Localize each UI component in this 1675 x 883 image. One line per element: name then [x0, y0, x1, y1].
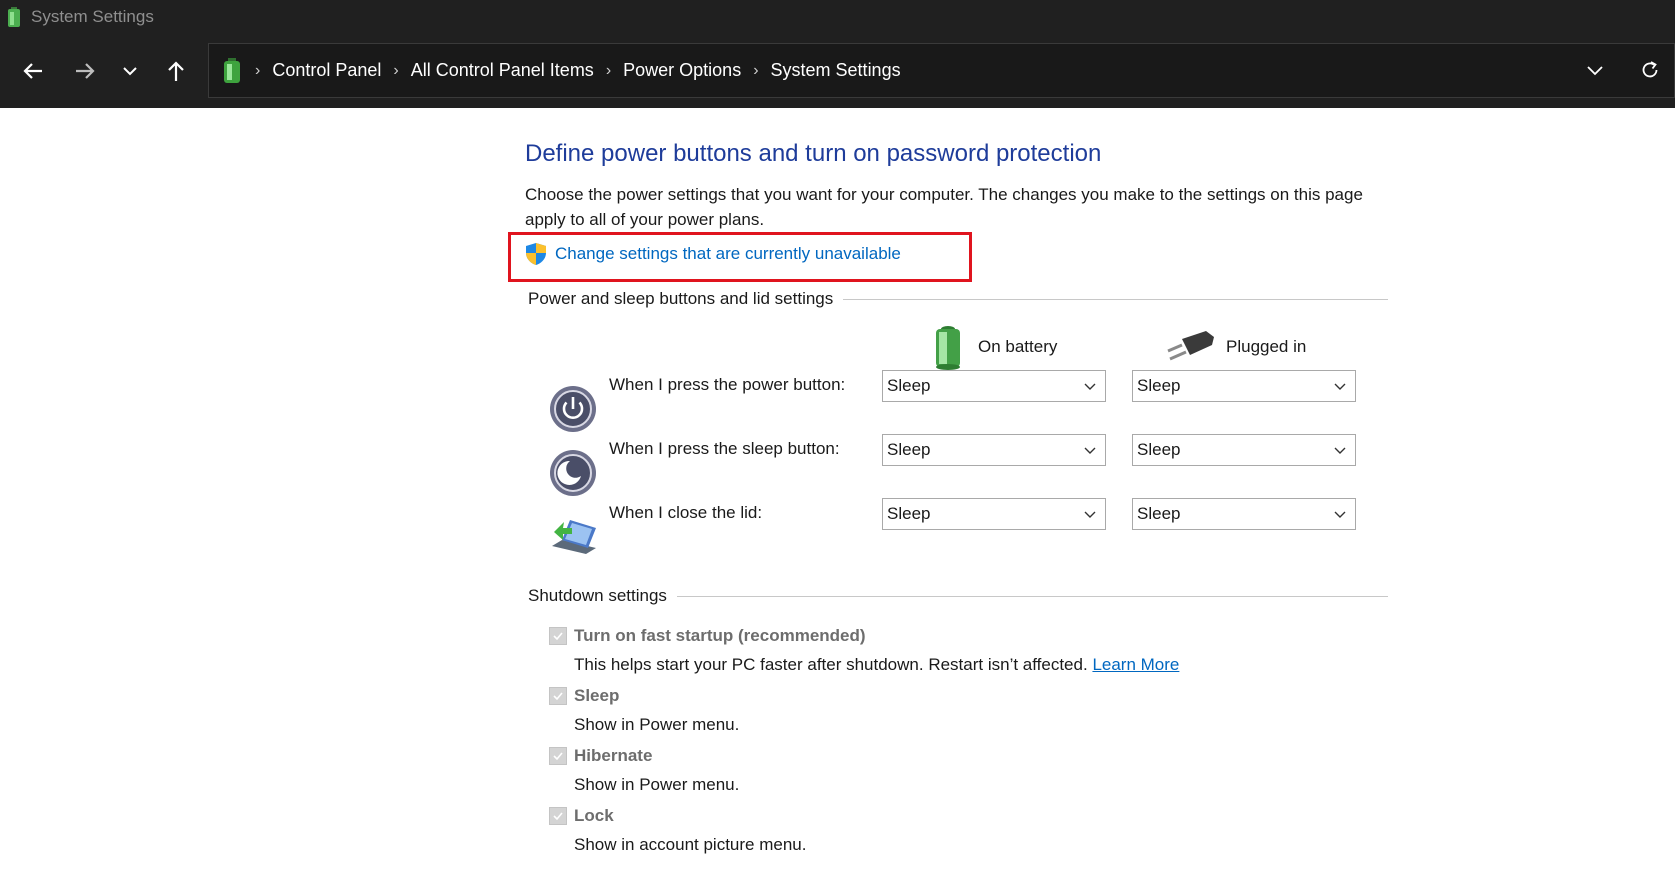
- sleep-button-icon: [550, 450, 596, 496]
- uac-shield-icon: [526, 243, 546, 265]
- learn-more-link[interactable]: Learn More: [1092, 655, 1179, 674]
- breadcrumb-separator: ›: [605, 61, 612, 79]
- shutdown-group-label: Shutdown settings: [528, 586, 677, 606]
- on-battery-label: On battery: [978, 337, 1058, 356]
- on-battery-header: On battery: [930, 323, 1057, 371]
- chevron-down-icon: [1334, 447, 1346, 454]
- checkmark-icon: [553, 752, 563, 761]
- hibernate-option: Hibernate: [549, 746, 652, 766]
- sleep-description: Show in Power menu.: [574, 715, 740, 734]
- battery-icon: [936, 326, 960, 370]
- fast-startup-checkbox[interactable]: [549, 627, 567, 645]
- recent-locations-button[interactable]: [113, 54, 147, 88]
- hibernate-checkbox[interactable]: [549, 747, 567, 765]
- checkmark-icon: [553, 812, 563, 821]
- sleep-checkbox[interactable]: [549, 687, 567, 705]
- breadcrumb-separator: ›: [753, 61, 759, 79]
- hibernate-label: Hibernate: [574, 746, 653, 765]
- refresh-button[interactable]: [1634, 54, 1666, 86]
- back-button[interactable]: [16, 54, 50, 88]
- arrow-up-icon: [168, 61, 184, 81]
- battery-app-icon: [8, 7, 20, 27]
- plugged-in-header: Plugged in: [1166, 329, 1306, 365]
- breadcrumb-separator: ›: [255, 61, 261, 79]
- plugged-in-label: Plugged in: [1226, 337, 1307, 356]
- page-description: Choose the power settings that you want …: [525, 185, 1363, 229]
- chevron-down-icon: [1084, 383, 1096, 390]
- change-settings-link[interactable]: Change settings that are currently unava…: [525, 242, 901, 266]
- power-options-icon: [224, 57, 240, 83]
- select-value: Sleep: [887, 376, 931, 395]
- title-bar: System Settings: [0, 0, 1675, 34]
- laptop-lid-icon: [552, 520, 596, 554]
- change-settings-link-label[interactable]: Change settings that are currently unava…: [555, 244, 901, 264]
- fast-startup-description: This helps start your PC faster after sh…: [574, 655, 1179, 675]
- lock-description: Show in account picture menu.: [574, 835, 807, 854]
- power-button-label: When I press the power button:: [609, 375, 846, 394]
- power-button-battery-select[interactable]: Sleep: [882, 370, 1106, 402]
- fast-startup-label: Turn on fast startup (recommended): [574, 626, 866, 645]
- lock-label: Lock: [574, 806, 614, 825]
- chevron-down-icon: [1334, 383, 1346, 390]
- chevron-down-icon: [1084, 447, 1096, 454]
- chevron-down-icon: [1084, 511, 1096, 518]
- breadcrumb-system-settings[interactable]: System Settings: [771, 60, 901, 81]
- up-button[interactable]: [159, 54, 193, 88]
- power-group-label: Power and sleep buttons and lid settings: [528, 289, 844, 309]
- main-content: Define power buttons and turn on passwor…: [0, 108, 1675, 883]
- close-lid-label: When I close the lid:: [609, 503, 763, 522]
- power-button-plugged-select[interactable]: Sleep: [1132, 370, 1356, 402]
- select-value: Sleep: [1137, 504, 1181, 523]
- select-value: Sleep: [1137, 440, 1181, 459]
- sleep-label: Sleep: [574, 686, 620, 705]
- sleep-option: Sleep: [549, 686, 619, 706]
- select-value: Sleep: [887, 504, 931, 523]
- sleep-button-label: When I press the sleep button:: [609, 439, 840, 458]
- close-lid-plugged-select[interactable]: Sleep: [1132, 498, 1356, 530]
- breadcrumb-all-items[interactable]: All Control Panel Items: [411, 60, 594, 81]
- lock-checkbox[interactable]: [549, 807, 567, 825]
- power-plug-icon: [1167, 331, 1214, 361]
- breadcrumb-control-panel[interactable]: Control Panel: [272, 60, 381, 81]
- arrow-left-icon: [23, 63, 42, 79]
- checkmark-icon: [553, 632, 563, 641]
- sleep-button-battery-select[interactable]: Sleep: [882, 434, 1106, 466]
- arrow-right-icon: [76, 63, 95, 79]
- power-button-icon: [550, 386, 596, 432]
- navigation-bar: › Control Panel › All Control Panel Item…: [0, 34, 1675, 108]
- chevron-down-icon: [1587, 66, 1603, 76]
- fast-startup-option: Turn on fast startup (recommended): [549, 626, 866, 646]
- fast-startup-desc-text: This helps start your PC faster after sh…: [574, 655, 1088, 674]
- select-value: Sleep: [887, 440, 931, 459]
- hibernate-description: Show in Power menu.: [574, 775, 740, 794]
- chevron-down-icon: [1334, 511, 1346, 518]
- select-value: Sleep: [1137, 376, 1181, 395]
- sleep-button-plugged-select[interactable]: Sleep: [1132, 434, 1356, 466]
- window-title: System Settings: [31, 7, 154, 26]
- chevron-down-icon: [123, 67, 137, 76]
- address-dropdown-button[interactable]: [1579, 54, 1611, 86]
- forward-button[interactable]: [68, 54, 102, 88]
- page-title: Define power buttons and turn on passwor…: [525, 140, 1102, 167]
- refresh-icon: [1642, 61, 1658, 78]
- lock-option: Lock: [549, 806, 614, 826]
- address-bar[interactable]: › Control Panel › All Control Panel Item…: [208, 43, 1675, 98]
- close-lid-battery-select[interactable]: Sleep: [882, 498, 1106, 530]
- checkmark-icon: [553, 692, 563, 701]
- breadcrumb-power-options[interactable]: Power Options: [623, 60, 741, 81]
- breadcrumb-separator: ›: [393, 61, 399, 79]
